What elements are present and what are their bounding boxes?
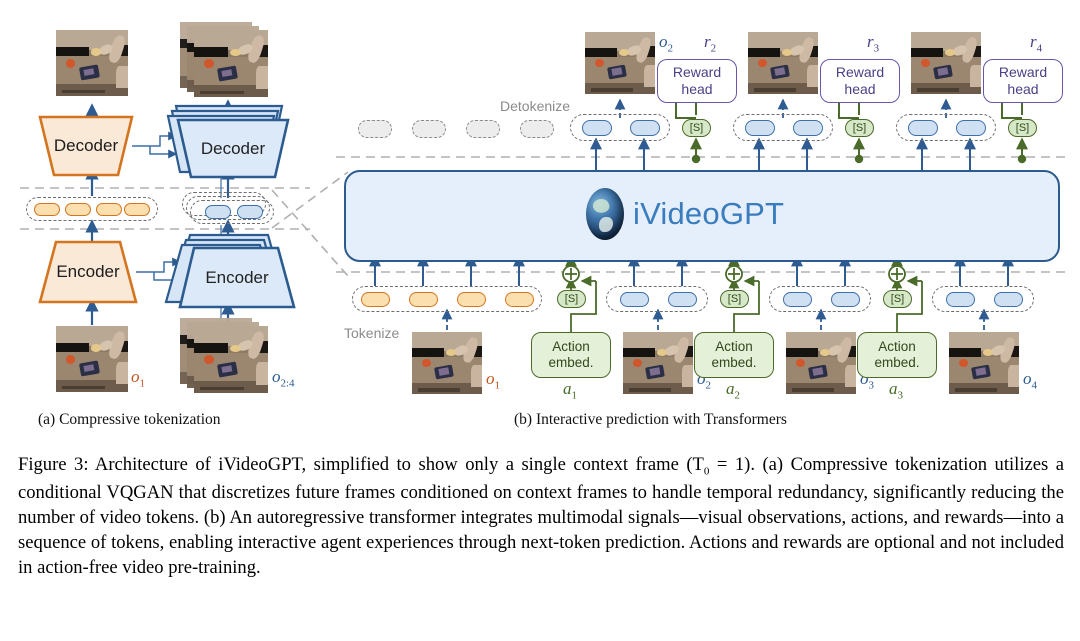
panel-a-future-token [237, 205, 263, 219]
reward-head-line1: Reward [672, 64, 722, 81]
panel-b-context-token [505, 292, 534, 307]
panel-b-obs-label: o1 [486, 369, 500, 392]
future-decoder-label: Decoder [200, 138, 266, 158]
ghost-token [412, 120, 446, 138]
panel-b-input-frame [786, 332, 856, 394]
action-embed-line1: Action [552, 338, 590, 354]
panel-b-input-frame [412, 332, 482, 394]
ghost-token [358, 120, 392, 138]
caption-part1b: = 1). (a) [709, 454, 784, 475]
panel-a-context-token [96, 203, 122, 216]
panel-b-predicted-frame [911, 32, 981, 94]
panel-b-action-label: a2 [726, 379, 740, 402]
context-decoder-label: Decoder [53, 136, 119, 155]
reward-head-box: Reward head [657, 59, 737, 103]
panel-a-context-obs-label: o1 [131, 367, 145, 390]
action-embed-box: Action embed. [531, 332, 611, 378]
reward-head-line1: Reward [835, 64, 885, 81]
globe-icon [586, 188, 624, 240]
panel-b-reward-label: r4 [1030, 32, 1043, 55]
panel-a-future-token [205, 205, 231, 219]
panel-b-future-token [994, 292, 1023, 307]
panel-b-output-token [630, 120, 660, 136]
panel-b-predicted-frame [748, 32, 818, 94]
panel-b-output-token [793, 120, 823, 136]
panel-a-future-obs-label: o2:4 [272, 367, 295, 390]
panel-a-context-token [34, 203, 60, 216]
panel-a-future-decoder: Decoder [162, 104, 292, 180]
panel-b-context-token [457, 292, 486, 307]
future-encoder-label: Encoder [205, 268, 269, 287]
panel-b-output-token [745, 120, 775, 136]
panel-a-reconstructed-context-frame [56, 30, 128, 96]
action-embed-box: Action embed. [694, 332, 774, 378]
reward-head-line2: head [1007, 81, 1039, 97]
panel-b-reward-label: r3 [867, 32, 880, 55]
context-encoder-label: Encoder [56, 262, 120, 281]
action-embed-line1: Action [715, 338, 753, 354]
panel-b-input-frame [623, 332, 693, 394]
reward-head-box: Reward head [983, 59, 1063, 103]
panel-b-future-token [620, 292, 649, 307]
bottom-special-token: [S] [883, 290, 912, 308]
caption-part1: Figure 3: Architecture of iVideoGPT, sim… [18, 454, 704, 475]
bottom-special-token: [S] [720, 290, 749, 308]
panel-a-context-decoder: Decoder [38, 115, 134, 177]
panel-a-future-encoder: Encoder [164, 232, 298, 310]
ghost-token [520, 120, 554, 138]
panel-b-output-token [582, 120, 612, 136]
action-embed-line1: Action [878, 338, 916, 354]
panel-a-context-token [65, 203, 91, 216]
reward-head-line2: head [844, 81, 876, 97]
reward-head-line1: Reward [998, 64, 1048, 81]
panel-b-future-token [668, 292, 697, 307]
figure-caption: Figure 3: Architecture of iVideoGPT, sim… [18, 452, 1064, 580]
top-special-token: [S] [1008, 119, 1037, 137]
panel-b-output-token [908, 120, 938, 136]
panel-b-input-frame [949, 332, 1019, 394]
panel-b-action-label: a3 [889, 379, 903, 402]
panel-a-context-encoder: Encoder [38, 240, 138, 304]
panel-a-input-context-frame [56, 326, 128, 392]
panel-a-caption: (a) Compressive tokenization [38, 411, 221, 428]
top-special-token: [S] [682, 119, 711, 137]
action-embed-line2: embed. [874, 355, 920, 370]
panel-b-obs-label: o4 [1023, 369, 1037, 392]
panel-b-future-token [831, 292, 860, 307]
reward-head-line2: head [681, 81, 713, 97]
bottom-special-token: [S] [557, 290, 586, 308]
reward-head-box: Reward head [820, 59, 900, 103]
panel-b-context-token [361, 292, 390, 307]
panel-b-caption: (b) Interactive prediction with Transfor… [514, 411, 787, 428]
top-special-token: [S] [845, 119, 874, 137]
panel-b-predicted-frame [585, 32, 655, 94]
panel-b-future-token [946, 292, 975, 307]
action-embed-line2: embed. [548, 355, 594, 370]
action-embed-line2: embed. [711, 355, 757, 370]
panel-b-reward-label: r2 [704, 32, 717, 55]
panel-b-action-label: a1 [563, 379, 577, 402]
action-embed-box: Action embed. [857, 332, 937, 378]
tokenize-label: Tokenize [344, 325, 400, 341]
detokenize-label: Detokenize [500, 98, 571, 114]
ivideogpt-logo: iVideoGPT [586, 188, 784, 240]
ghost-token [466, 120, 500, 138]
panel-a-context-token [124, 203, 150, 216]
ivideogpt-title: iVideoGPT [633, 196, 785, 231]
panel-b-future-token [783, 292, 812, 307]
figure-root: Decoder Decoder Encoder Encoder o1 o2:4 … [0, 0, 1080, 641]
panel-b-context-token [409, 292, 438, 307]
panel-b-output-token [956, 120, 986, 136]
